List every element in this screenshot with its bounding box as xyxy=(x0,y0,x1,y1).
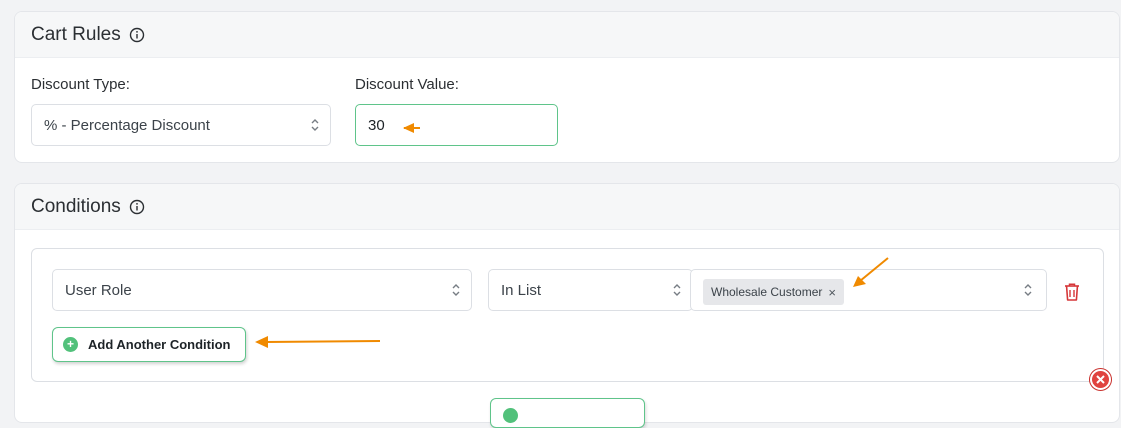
selected-tag-label: Wholesale Customer xyxy=(711,285,823,299)
chevron-updown-icon xyxy=(671,282,683,302)
add-condition-button[interactable]: + Add Another Condition xyxy=(52,327,246,362)
conditions-header: Conditions xyxy=(15,184,1119,230)
selected-tag: Wholesale Customer × xyxy=(703,279,844,305)
discount-value-text: 30 xyxy=(368,116,385,134)
condition-operator-select[interactable]: In List xyxy=(488,269,693,311)
discount-value-input[interactable]: 30 xyxy=(355,104,558,146)
cart-rules-title: Cart Rules xyxy=(31,23,121,45)
condition-field-select[interactable]: User Role xyxy=(52,269,472,311)
discount-value-label: Discount Value: xyxy=(355,76,459,93)
discount-type-value: % - Percentage Discount xyxy=(44,116,210,134)
tag-remove-icon[interactable]: × xyxy=(828,285,836,300)
plus-circle-icon xyxy=(503,408,518,423)
add-group-button[interactable] xyxy=(490,398,645,428)
chevron-updown-icon xyxy=(309,117,321,137)
add-condition-label: Add Another Condition xyxy=(88,337,231,352)
cart-rules-header: Cart Rules xyxy=(15,12,1119,58)
discount-type-label: Discount Type: xyxy=(31,76,130,93)
close-circle-icon[interactable] xyxy=(1090,369,1111,390)
condition-field-value: User Role xyxy=(65,281,132,299)
chevron-updown-icon xyxy=(450,282,462,302)
condition-operator-value: In List xyxy=(501,281,542,299)
plus-circle-icon: + xyxy=(63,337,78,352)
info-icon[interactable] xyxy=(129,199,145,215)
discount-type-select[interactable]: % - Percentage Discount xyxy=(31,104,331,146)
info-icon[interactable] xyxy=(129,27,145,43)
chevron-updown-icon xyxy=(1022,282,1034,302)
trash-icon[interactable] xyxy=(1063,282,1081,307)
conditions-title: Conditions xyxy=(31,195,121,217)
